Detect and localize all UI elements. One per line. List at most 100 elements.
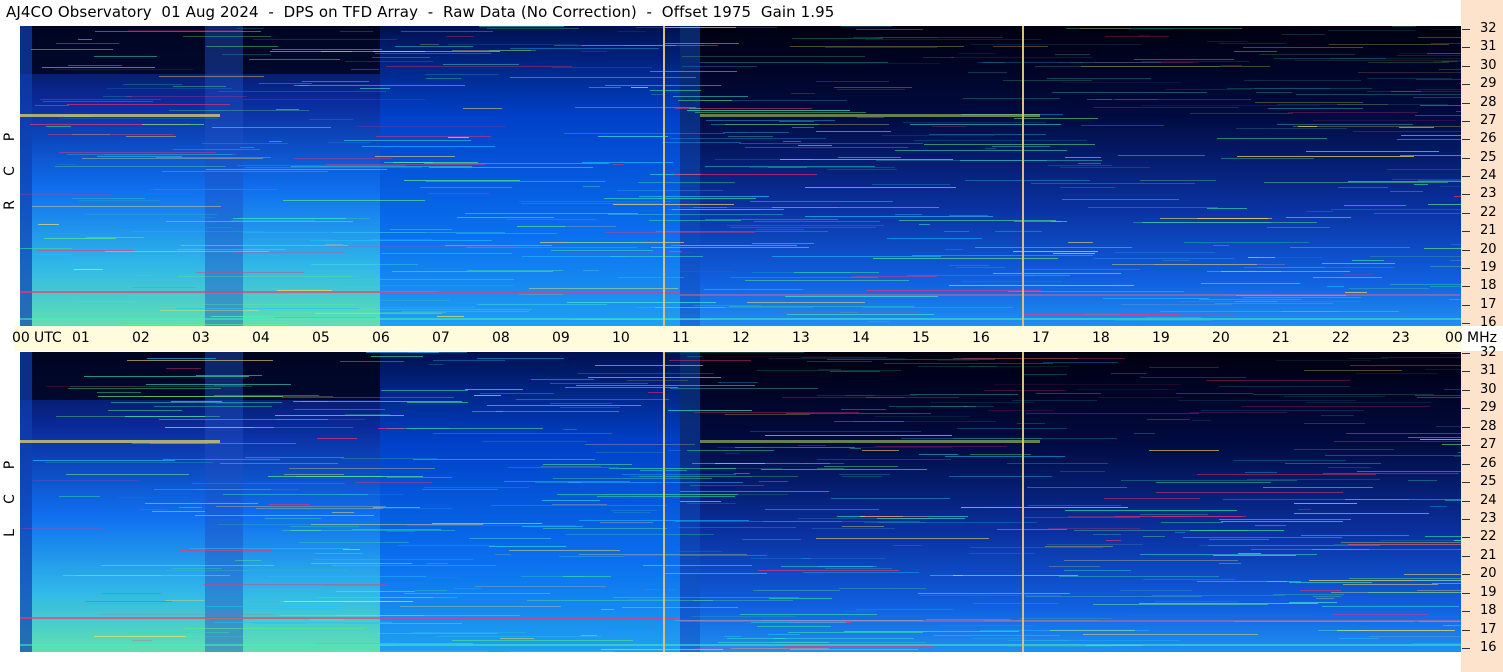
rcp-signal-line	[1306, 211, 1333, 212]
rcp-signal-line	[1313, 277, 1382, 278]
rcp-signal-line	[1418, 37, 1461, 38]
rcp-signal-line	[1397, 139, 1461, 140]
rcp-signal-line	[149, 189, 254, 190]
lcp-signal-line	[1219, 563, 1241, 564]
lcp-signal-line	[934, 635, 1060, 636]
rcp-signal-line	[1065, 157, 1101, 158]
lcp-signal-line	[355, 482, 432, 483]
rcp-signal-line	[166, 221, 353, 222]
rcp-signal-line	[420, 44, 439, 45]
rcp-signal-line	[32, 206, 221, 207]
lcp-signal-line	[910, 394, 1018, 395]
lcp-signal-line	[1285, 463, 1381, 464]
rcp-signal-line	[780, 312, 919, 313]
lcp-signal-line	[769, 598, 832, 599]
lcp-freq-tick-label-4: 28	[1480, 418, 1497, 434]
rcp-signal-line	[963, 98, 1060, 99]
rcp-signal-line	[325, 244, 343, 245]
rcp-signal-line	[680, 245, 797, 246]
rcp-signal-line	[563, 252, 692, 253]
rcp-signal-line	[20, 194, 110, 195]
lcp-signal-line	[1106, 540, 1121, 541]
lcp-signal-line	[834, 421, 904, 422]
rcp-signal-line	[222, 54, 271, 55]
rcp-signal-line	[1055, 54, 1090, 55]
rcp-signal-line	[1227, 88, 1372, 89]
lcp-signal-line	[1356, 373, 1437, 374]
rcp-signal-line	[309, 119, 353, 120]
lcp-spectrogram[interactable]	[20, 352, 1461, 652]
rcp-signal-line	[345, 61, 433, 62]
rcp-signal-line	[48, 134, 174, 135]
lcp-signal-line	[878, 522, 926, 523]
lcp-freq-tick-mark-15	[1462, 629, 1470, 631]
rcp-signal-line	[1062, 199, 1179, 200]
rcp-signal-line	[1343, 274, 1372, 275]
rcp-signal-line	[31, 49, 113, 50]
lcp-signal-line	[150, 443, 208, 444]
lcp-signal-line	[757, 626, 831, 627]
lcp-signal-line	[1149, 367, 1219, 368]
rcp-signal-line	[1213, 245, 1229, 246]
lcp-signal-line	[1147, 419, 1190, 420]
rcp-signal-line	[1225, 317, 1414, 318]
rcp-signal-line	[876, 37, 938, 38]
lcp-signal-line	[1304, 370, 1402, 371]
lcp-band-18mhz-right	[680, 620, 1460, 622]
lcp-signal-line	[1415, 395, 1461, 396]
rcp-signal-line	[618, 31, 646, 32]
rcp-signal-line	[727, 225, 884, 226]
lcp-freq-tick-label-16: 16	[1480, 640, 1497, 655]
lcp-signal-line	[807, 361, 872, 362]
rcp-signal-line	[506, 219, 596, 220]
rcp-signal-line	[968, 72, 1007, 73]
rcp-signal-line	[57, 164, 77, 165]
rcp-signal-line	[1140, 180, 1216, 181]
lcp-signal-line	[884, 363, 1053, 364]
lcp-signal-line	[216, 506, 386, 507]
rcp-signal-line	[682, 66, 757, 67]
lcp-signal-line	[648, 392, 665, 393]
rcp-signal-line	[1243, 47, 1363, 48]
rcp-signal-line	[445, 245, 552, 246]
rcp-signal-line	[375, 156, 455, 157]
lcp-signal-line	[1121, 480, 1297, 481]
rcp-signal-line	[1348, 181, 1461, 182]
rcp-signal-line	[638, 182, 735, 183]
rcp-signal-line	[949, 265, 990, 266]
rcp-signal-line	[1399, 127, 1434, 128]
lcp-freq-tick-mark-5	[1462, 445, 1470, 447]
lcp-signal-line	[381, 390, 468, 391]
rcp-signal-line	[981, 285, 1115, 286]
rcp-signal-line	[868, 321, 889, 322]
lcp-signal-line	[725, 453, 740, 454]
rcp-signal-line	[82, 158, 263, 159]
lcp-signal-line	[509, 550, 620, 551]
lcp-signal-line	[1083, 634, 1258, 635]
rcp-signal-line	[673, 96, 748, 97]
rcp-signal-line	[589, 87, 621, 88]
rcp-signal-line	[670, 251, 682, 252]
rcp-signal-line	[173, 149, 260, 150]
lcp-band-16mhz	[20, 644, 1461, 646]
lcp-signal-line	[841, 409, 886, 410]
rcp-signal-line	[567, 302, 716, 303]
lcp-signal-line	[825, 568, 892, 569]
rcp-signal-line	[1003, 80, 1092, 81]
lcp-signal-line	[371, 356, 423, 357]
rcp-signal-line	[1160, 218, 1268, 219]
rcp-signal-line	[128, 30, 243, 31]
lcp-signal-line	[289, 468, 435, 469]
lcp-signal-line	[601, 609, 614, 610]
rcp-spectrogram[interactable]	[20, 26, 1461, 326]
rcp-signal-line	[106, 88, 232, 89]
rcp-signal-line	[162, 171, 328, 172]
lcp-signal-line	[622, 607, 738, 608]
lcp-signal-line	[432, 523, 542, 524]
rcp-signal-line	[837, 89, 905, 90]
rcp-signal-line	[1221, 271, 1350, 272]
rcp-signal-line	[779, 121, 814, 122]
lcp-signal-line	[1028, 505, 1121, 506]
lcp-signal-line	[527, 600, 713, 601]
rcp-freq-tick-mark-12	[1462, 249, 1470, 251]
